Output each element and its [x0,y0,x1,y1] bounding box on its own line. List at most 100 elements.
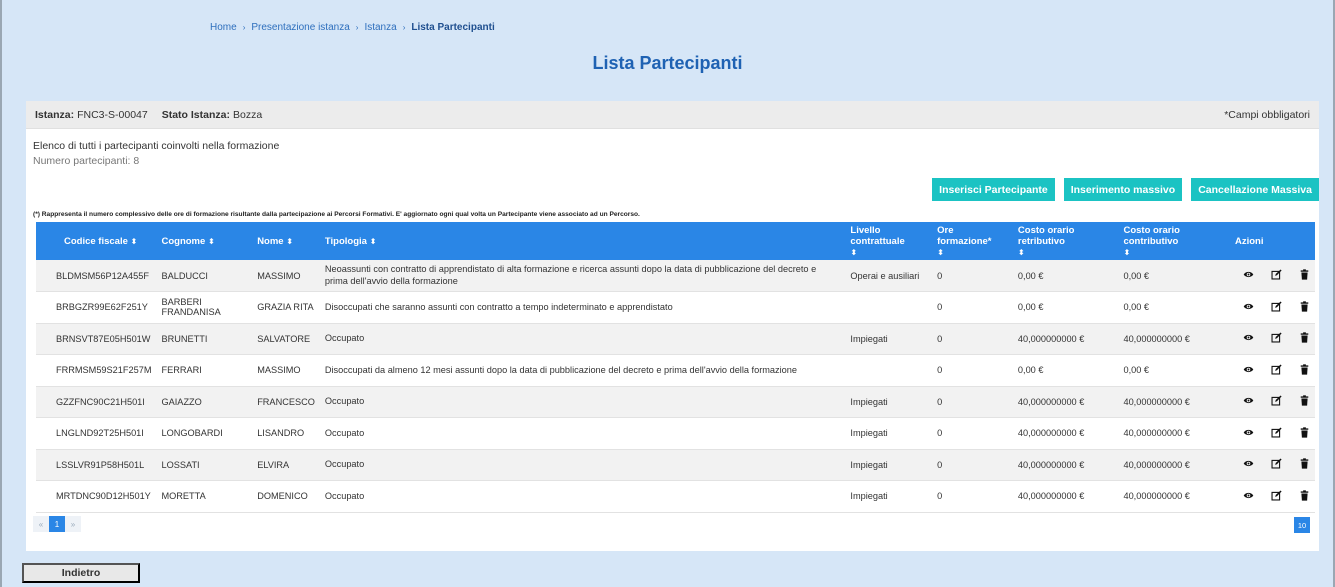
eye-icon[interactable] [1243,364,1254,377]
cell-cognome: LONGOBARDI [156,417,253,450]
cell-nome: MASSIMO [252,260,320,292]
pagination-page[interactable]: 1 [49,516,65,532]
edit-icon[interactable] [1271,427,1282,440]
sort-icon: ⬍ [937,247,944,257]
table-header-row: Codice fiscale ⬍ Cognome ⬍ Nome ⬍ Tipolo… [36,222,1315,260]
stato-label: Stato Istanza: [161,108,230,121]
breadcrumb-separator: › [402,23,406,32]
cell-nome: LISANDRO [252,417,320,450]
trash-icon[interactable] [1299,301,1310,314]
trash-icon[interactable] [1299,395,1310,408]
trash-icon[interactable] [1299,269,1310,282]
pagination-prev[interactable]: « [33,516,49,532]
trash-icon[interactable] [1299,490,1310,503]
cell-azioni [1230,480,1315,513]
edit-icon[interactable] [1271,364,1282,377]
cell-codice-fiscale: FRRMSM59S21F257M [36,354,157,387]
cell-livello [845,354,933,387]
header-livello[interactable]: Livello contrattuale ⬍ [845,222,932,260]
eye-icon[interactable] [1243,301,1254,314]
breadcrumb-presentazione[interactable]: Presentazione istanza [251,22,349,33]
breadcrumb: Home › Presentazione istanza › Istanza ›… [210,22,495,33]
eye-icon[interactable] [1243,332,1254,345]
cell-costo-retributivo: 40,000000000 € [1012,480,1119,513]
header-costo-retributivo[interactable]: Costo orario retributivo ⬍ [1013,222,1119,260]
cell-cognome: LOSSATI [156,449,253,481]
cell-cognome: MORETTA [156,480,253,513]
cell-codice-fiscale: MRTDNC90D12H501Y [36,480,157,513]
edit-icon[interactable] [1271,301,1282,314]
cell-azioni [1230,291,1315,324]
pagination-next[interactable]: » [65,516,81,532]
edit-icon[interactable] [1271,458,1282,471]
cell-tipologia: Disoccupati che saranno assunti con cont… [319,291,846,324]
eye-icon[interactable] [1243,427,1254,440]
table-row: LNGLND92T25H501I LONGOBARDI LISANDRO Occupa… [36,417,1315,450]
cell-ore: 0 [932,291,1013,324]
cell-livello: Impiegati [845,449,933,481]
header-cognome[interactable]: Cognome ⬍ [156,222,252,260]
breadcrumb-separator: › [355,23,359,32]
eye-icon[interactable] [1243,269,1254,282]
cell-costo-contributivo: 0,00 € [1118,260,1230,292]
back-button[interactable]: Indietro [22,563,140,583]
cell-ore: 0 [932,354,1013,387]
eye-icon[interactable] [1243,395,1254,408]
sort-icon: ⬍ [207,236,215,246]
trash-icon[interactable] [1299,332,1310,345]
cell-costo-contributivo: 0,00 € [1118,291,1230,324]
cell-nome: GRAZIA RITA [252,291,320,324]
cell-costo-retributivo: 0,00 € [1012,260,1119,292]
cell-costo-retributivo: 40,000000000 € [1012,449,1119,481]
edit-icon[interactable] [1271,395,1282,408]
cell-costo-contributivo: 40,000000000 € [1118,417,1230,450]
cell-ore: 0 [932,323,1013,355]
eye-icon[interactable] [1243,490,1254,503]
insert-participant-button[interactable]: Inserisci Partecipante [932,178,1055,201]
header-tipologia[interactable]: Tipologia ⬍ [320,222,846,260]
trash-icon[interactable] [1299,458,1310,471]
cell-tipologia: Occupato [319,480,846,513]
cell-costo-retributivo: 0,00 € [1012,354,1119,387]
header-codice-fiscale[interactable]: Codice fiscale ⬍ [36,222,156,260]
cell-livello [845,291,933,324]
participants-panel: Istanza: FNC3-S-00047 Stato Istanza: Boz… [26,101,1319,551]
mass-insert-button[interactable]: Inserimento massivo [1063,178,1183,201]
cell-costo-contributivo: 40,000000000 € [1118,449,1230,481]
cell-azioni [1230,449,1315,481]
cell-tipologia: Occupato [319,449,846,481]
action-buttons: Inserisci Partecipante Inserimento massi… [932,178,1319,201]
cell-livello: Operai e ausiliari [845,260,933,292]
cell-ore: 0 [932,417,1013,450]
edit-icon[interactable] [1271,332,1282,345]
edit-icon[interactable] [1271,490,1282,503]
breadcrumb-home[interactable]: Home [210,22,237,33]
cell-codice-fiscale: LNGLND92T25H501I [36,417,157,450]
cell-costo-retributivo: 40,000000000 € [1012,386,1119,418]
page-title: Lista Partecipanti [592,53,743,73]
trash-icon[interactable] [1299,427,1310,440]
sort-icon: ⬍ [1017,247,1025,257]
eye-icon[interactable] [1243,458,1254,471]
breadcrumb-istanza[interactable]: Istanza [364,22,396,33]
trash-icon[interactable] [1299,364,1310,377]
cell-ore: 0 [932,480,1013,513]
page-size-selector[interactable]: 10 [1294,517,1310,533]
header-nome[interactable]: Nome ⬍ [252,222,320,260]
cell-tipologia: Disoccupati da almeno 12 mesi assunti do… [319,354,846,387]
cell-cognome: GAIAZZO [156,386,253,418]
istanza-label: Istanza: [35,108,75,121]
cell-tipologia: Occupato [319,323,846,355]
breadcrumb-separator: › [242,23,246,32]
cell-ore: 0 [932,386,1013,418]
header-azioni: Azioni [1235,235,1264,247]
mass-delete-button[interactable]: Cancellazione Massiva [1191,178,1319,201]
cell-cognome: BALDUCCI [156,260,253,292]
cell-costo-contributivo: 40,000000000 € [1118,386,1230,418]
cell-nome: DOMENICO [252,480,320,513]
header-ore[interactable]: Ore formazione* ⬍ [932,222,1013,260]
cell-livello: Impiegati [845,323,933,355]
edit-icon[interactable] [1271,269,1282,282]
header-costo-contributivo[interactable]: Costo orario contributivo ⬍ [1118,222,1230,260]
cell-ore: 0 [932,449,1013,481]
